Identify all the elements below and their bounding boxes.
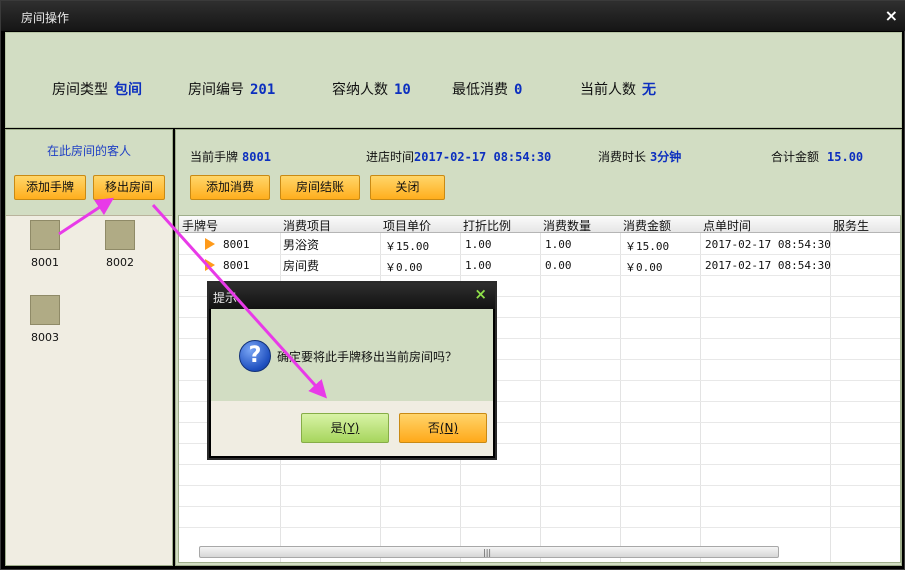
- checkin-time: 进店时间2017-02-17 08:54:30: [366, 148, 551, 165]
- window-title: 房间操作: [21, 11, 70, 25]
- question-icon: ?: [239, 340, 271, 372]
- cell-time: 2017-02-17 08:54:30: [705, 259, 831, 272]
- cell-amount: ￥0.00: [625, 261, 663, 274]
- guest-tile-icon: [105, 220, 135, 250]
- column-header[interactable]: 打折比例: [463, 217, 511, 234]
- guest-tag-8003[interactable]: 8003: [20, 295, 70, 344]
- guest-tag-label: 8003: [31, 331, 59, 344]
- dialog-body: ? 确定要将此手牌移出当前房间吗？: [211, 309, 493, 401]
- min-spend-value: 0: [514, 82, 523, 98]
- dialog-title-bar[interactable]: 提示 ×: [209, 283, 495, 309]
- cell-price: ￥15.00: [385, 240, 430, 253]
- cell-qty: 1.00: [545, 238, 572, 251]
- cell-item: 男浴资: [283, 238, 320, 252]
- window-close-icon[interactable]: ×: [885, 6, 898, 25]
- cell-discount: 1.00: [465, 238, 492, 251]
- room-capacity: 容纳人数 10: [332, 79, 411, 99]
- checkin-time-label: 进店时间: [366, 150, 415, 164]
- room-capacity-value: 10: [394, 82, 411, 98]
- room-operation-window: 房间操作 × 房间类型 包间 房间编号 201 容纳人数 10 最低消费 0 当前人数无…: [0, 0, 905, 570]
- yes-button-key: (Y): [342, 421, 360, 435]
- column-header[interactable]: 消费金额: [623, 217, 671, 234]
- total-amount-value: 15.00: [827, 150, 864, 164]
- room-type-value: 包间: [114, 82, 142, 98]
- add-tag-button[interactable]: 添加手牌: [14, 175, 86, 200]
- cell-time: 2017-02-17 08:54:30: [705, 238, 831, 251]
- yes-button[interactable]: 是(Y): [301, 413, 389, 443]
- guest-tag-8001[interactable]: 8001: [20, 220, 70, 269]
- table-header: 手牌号 消费项目 项目单价 打折比例 消费数量 消费金额 点单时间 服务生: [179, 216, 900, 234]
- confirm-dialog: 提示 × ? 确定要将此手牌移出当前房间吗？ 是(Y) 否(N): [207, 281, 497, 460]
- current-people: 当前人数无: [580, 79, 656, 99]
- cell-price: ￥0.00: [385, 261, 423, 274]
- dialog-message: 确定要将此手牌移出当前房间吗？: [277, 350, 458, 364]
- cell-tag: 8001: [223, 238, 250, 251]
- current-people-label: 当前人数: [580, 82, 636, 98]
- guests-panel-header: 在此房间的客人 添加手牌 移出房间: [6, 130, 172, 214]
- remove-from-room-button[interactable]: 移出房间: [93, 175, 165, 200]
- close-button[interactable]: 关闭: [370, 175, 445, 200]
- duration-label: 消费时长: [598, 150, 647, 164]
- empty-row: [179, 465, 900, 486]
- guest-tag-label: 8001: [31, 256, 59, 269]
- min-spend: 最低消费 0: [452, 79, 522, 99]
- guest-tag-label: 8002: [106, 256, 134, 269]
- cell-tag: 8001: [223, 259, 250, 272]
- room-number-value: 201: [250, 82, 276, 98]
- room-number-label: 房间编号: [188, 82, 244, 98]
- dialog-footer: 是(Y) 否(N): [211, 401, 493, 456]
- column-header[interactable]: 项目单价: [383, 217, 431, 234]
- checkin-time-value: 2017-02-17 08:54:30: [414, 150, 552, 164]
- room-number: 房间编号 201: [188, 79, 275, 99]
- empty-row: [179, 507, 900, 528]
- cell-item: 房间费: [283, 259, 320, 273]
- dialog-title: 提示: [213, 291, 238, 305]
- checkout-button[interactable]: 房间结账: [280, 175, 360, 200]
- empty-row: [179, 486, 900, 507]
- no-button-label: 否: [427, 421, 440, 435]
- cell-qty: 0.00: [545, 259, 572, 272]
- room-type-label: 房间类型: [52, 82, 108, 98]
- row-pointer-icon: [205, 238, 215, 250]
- current-people-value: 无: [642, 82, 656, 98]
- scrollbar-grip: |||: [483, 548, 492, 557]
- row-pointer-icon: [205, 259, 215, 271]
- column-header[interactable]: 点单时间: [703, 217, 751, 234]
- column-header[interactable]: 手牌号: [182, 217, 218, 234]
- total-amount: 合计金额 15.00: [771, 148, 863, 165]
- cell-discount: 1.00: [465, 259, 492, 272]
- guests-panel-title: 在此房间的客人: [46, 144, 131, 158]
- current-tag-label: 当前手牌: [190, 150, 239, 164]
- add-consumption-button[interactable]: 添加消费: [190, 175, 270, 200]
- table-row[interactable]: 8001 房间费 ￥0.00 1.00 0.00 ￥0.00 2017-02-1…: [179, 255, 900, 276]
- no-button-key: (N): [439, 421, 459, 435]
- column-header[interactable]: 服务生: [833, 217, 869, 234]
- horizontal-scrollbar[interactable]: |||: [199, 546, 779, 558]
- no-button[interactable]: 否(N): [399, 413, 487, 443]
- room-capacity-label: 容纳人数: [332, 82, 388, 98]
- yes-button-label: 是: [330, 421, 343, 435]
- min-spend-label: 最低消费: [452, 82, 508, 98]
- column-header[interactable]: 消费数量: [543, 217, 591, 234]
- current-tag: 当前手牌 8001: [190, 148, 271, 165]
- room-info-panel: 房间类型 包间 房间编号 201 容纳人数 10 最低消费 0 当前人数无: [5, 32, 902, 128]
- duration-value: 3分钟: [650, 150, 682, 164]
- current-tag-value: 8001: [242, 150, 271, 164]
- guest-tile-icon: [30, 220, 60, 250]
- guests-panel: 在此房间的客人 添加手牌 移出房间 8001 8002 8003: [5, 129, 173, 566]
- dialog-close-icon[interactable]: ×: [474, 285, 487, 303]
- room-type: 房间类型 包间: [52, 79, 142, 99]
- cell-amount: ￥15.00: [625, 240, 670, 253]
- guest-tag-8002[interactable]: 8002: [95, 220, 145, 269]
- table-row[interactable]: 8001 男浴资 ￥15.00 1.00 1.00 ￥15.00 2017-02…: [179, 234, 900, 255]
- guest-tile-icon: [30, 295, 60, 325]
- duration: 消费时长 3分钟: [598, 148, 681, 165]
- guest-list: 8001 8002 8003: [6, 215, 172, 565]
- column-header[interactable]: 消费项目: [283, 217, 331, 234]
- title-bar[interactable]: 房间操作 ×: [1, 1, 905, 31]
- total-amount-label: 合计金额: [771, 150, 820, 164]
